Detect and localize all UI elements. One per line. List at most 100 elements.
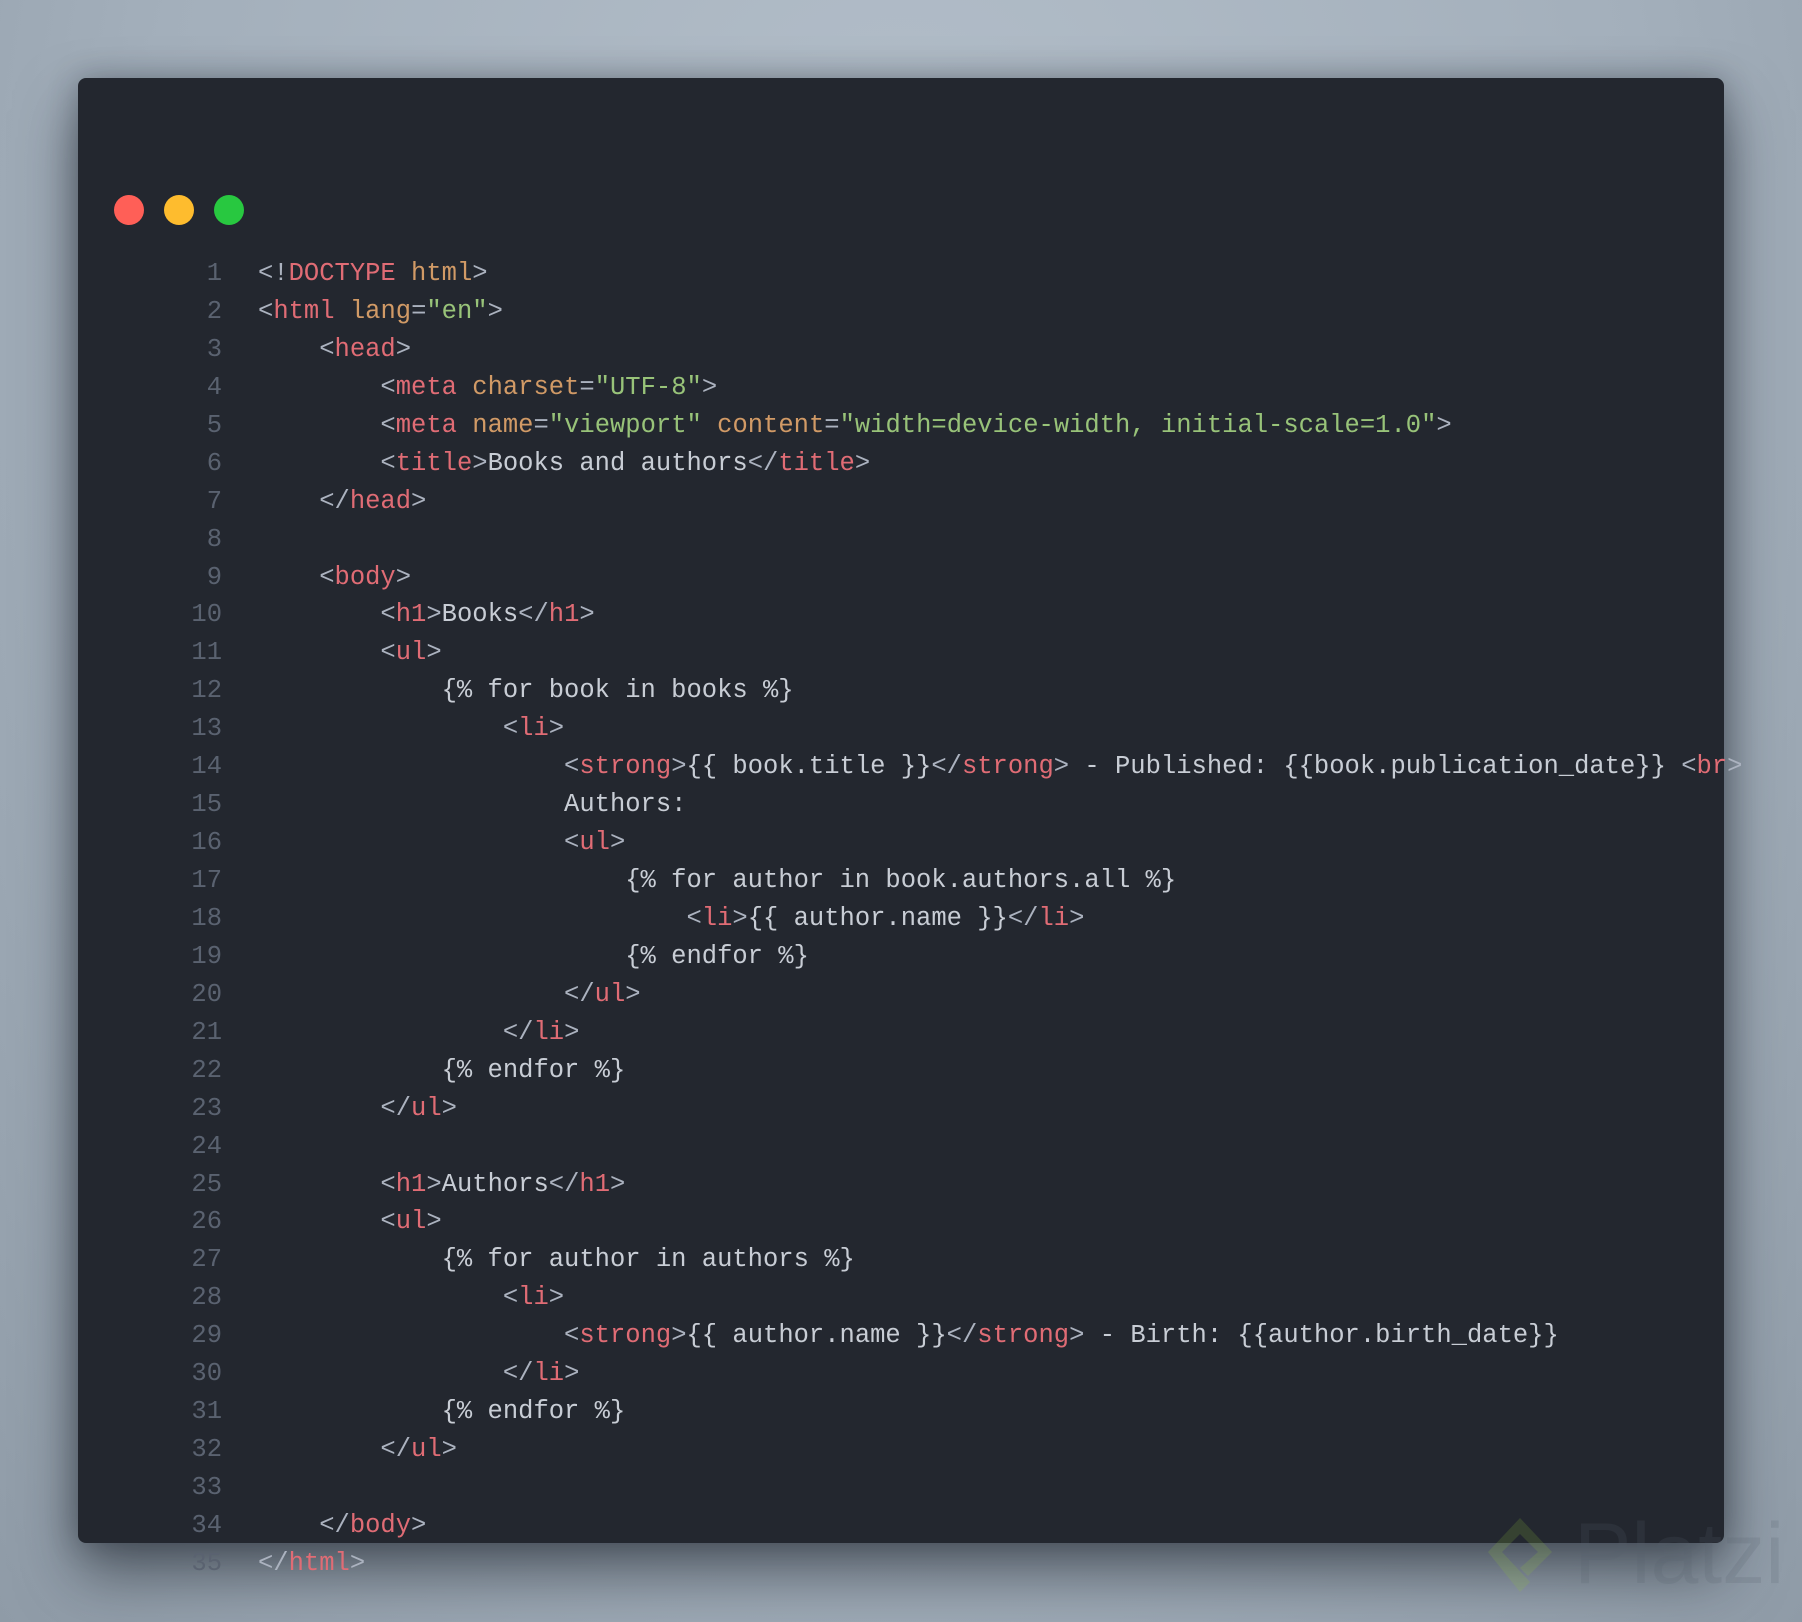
code-punctuation: > (349, 1548, 366, 1578)
code-text: {% for book in books %} (258, 676, 794, 706)
code-text: {% for author in book.authors.all %} (258, 866, 1177, 895)
code-text: Authors: (258, 790, 687, 820)
code-line: 14 <strong>{{ book.title }}</strong> - P… (78, 748, 1742, 786)
code-text: {% for author in authors %} (258, 1245, 855, 1275)
code-punctuation: </ (1007, 903, 1039, 933)
code-punctuation: </ (258, 1093, 412, 1123)
line-number: 13 (191, 714, 222, 744)
code-line: 2 <html lang="en"> (78, 293, 1742, 331)
code-punctuation: < (258, 714, 519, 744)
code-tag: h1 (548, 600, 580, 630)
code-punctuation: > (854, 448, 871, 478)
code-string: "viewport" (548, 410, 702, 440)
line-number: 1 (206, 259, 222, 288)
code-line: 27 {% for author in authors %} (78, 1241, 1742, 1279)
code-line: 7 </head> (78, 483, 1742, 521)
code-punctuation: > (441, 1435, 457, 1465)
code-punctuation: < (258, 752, 580, 782)
line-number: 30 (191, 1359, 222, 1389)
code-punctuation: </ (518, 600, 549, 630)
code-line: 6 <title>Books and authors</title> (78, 445, 1742, 483)
line-number: 29 (191, 1321, 222, 1351)
code-tag: head (349, 486, 412, 516)
code-tag: ul (411, 1093, 442, 1123)
code-punctuation: </ (931, 752, 962, 782)
code-punctuation (335, 297, 350, 326)
code-punctuation: > (564, 1359, 580, 1389)
code-line: 17 {% for author in book.authors.all %} (78, 862, 1742, 900)
code-tag: body (349, 1510, 412, 1540)
line-number: 31 (191, 1397, 222, 1427)
code-punctuation: > (548, 714, 565, 744)
code-punctuation: > (671, 752, 687, 782)
code-tag: body (334, 562, 396, 592)
code-punctuation: > (625, 979, 641, 1009)
code-attribute: charset (472, 372, 580, 402)
code-tag: meta (395, 372, 457, 402)
code-line: 15 Authors: (78, 786, 1742, 824)
code-punctuation: > (1069, 903, 1085, 933)
code-text: Books and authors (487, 448, 748, 478)
code-punctuation: > (426, 600, 442, 630)
line-number: 7 (206, 486, 222, 516)
maximize-button[interactable] (214, 195, 244, 225)
line-number: 22 (191, 1055, 222, 1085)
line-number: 27 (191, 1245, 222, 1275)
code-punctuation: < (258, 638, 396, 668)
line-number: 20 (191, 979, 222, 1009)
code-line: 3 <head> (78, 331, 1742, 369)
code-punctuation: < (258, 562, 335, 592)
code-punctuation: > (411, 486, 427, 516)
code-line: 19 {% endfor %} (78, 938, 1742, 976)
code-tag: title (778, 448, 855, 478)
code-punctuation: > (609, 828, 626, 858)
code-text: {{ author.name }} (747, 903, 1008, 933)
line-number: 33 (191, 1473, 222, 1502)
code-line: 24 (78, 1128, 1742, 1166)
code-tag: br (1696, 752, 1728, 782)
code-tag: head (334, 334, 396, 364)
code-punctuation: = (824, 410, 840, 440)
code-punctuation: </ (258, 486, 350, 516)
code-punctuation: </ (548, 1169, 580, 1199)
minimize-button[interactable] (164, 195, 194, 225)
line-number: 12 (191, 676, 222, 706)
code-punctuation: = (579, 372, 595, 402)
code-tag: li (701, 903, 733, 933)
line-number: 18 (191, 903, 222, 933)
line-number: 17 (191, 866, 222, 895)
code-window: 1 <!DOCTYPE html> 2 <html lang="en"> 3 <head… (78, 78, 1742, 1578)
line-number: 10 (191, 600, 222, 630)
code-tag: li (1038, 903, 1070, 933)
line-number: 16 (191, 828, 222, 858)
code-attribute: content (717, 410, 825, 440)
code-tag: ul (594, 979, 626, 1009)
code-tag: title (395, 448, 473, 478)
line-number: 6 (206, 448, 222, 478)
code-punctuation: < (258, 828, 580, 858)
code-line: 25 <h1>Authors</h1> (78, 1166, 1742, 1204)
code-punctuation: <! (258, 259, 289, 288)
code-punctuation: < (258, 600, 396, 630)
code-text: Authors (441, 1169, 549, 1199)
code-punctuation: > (411, 1510, 427, 1540)
line-number: 2 (206, 296, 222, 326)
line-number: 35 (191, 1548, 222, 1578)
code-punctuation: > (441, 1093, 457, 1123)
close-button[interactable] (114, 195, 144, 225)
code-text: - Birth: {{author.birth_date}} (1084, 1321, 1559, 1351)
code-tag: h1 (579, 1169, 610, 1199)
code-punctuation: > (1436, 410, 1452, 440)
code-punctuation: </ (258, 979, 595, 1009)
code-punctuation: </ (258, 1510, 350, 1540)
code-punctuation: > (671, 1321, 687, 1351)
code-line: 23 </ul> (78, 1090, 1742, 1128)
code-tag: h1 (395, 600, 427, 630)
code-text: {{ author.name }} (686, 1321, 947, 1351)
code-string: "width=device-width, initial-scale=1.0" (839, 410, 1437, 440)
code-punctuation: > (732, 903, 748, 933)
code-punctuation: </ (258, 1359, 534, 1389)
code-attribute: html (411, 259, 473, 288)
code-tag: ul (411, 1435, 442, 1465)
code-line: 5 <meta name="viewport" content="width=d… (78, 407, 1742, 445)
